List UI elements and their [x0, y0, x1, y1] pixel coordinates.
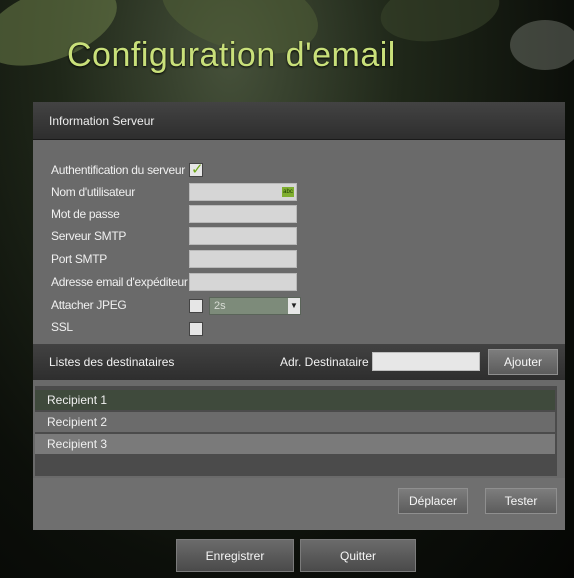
sender-row: Adresse email d'expéditeur [51, 272, 189, 292]
keyboard-abc-icon[interactable]: abc [282, 187, 294, 197]
sender-field[interactable] [189, 273, 297, 291]
list-item[interactable]: Recipient 3 [35, 434, 555, 454]
add-recipient-button[interactable]: Ajouter [488, 349, 558, 375]
test-button[interactable]: Tester [485, 488, 557, 514]
save-button[interactable]: Enregistrer [176, 539, 294, 572]
smtp-port-label: Port SMTP [51, 252, 107, 266]
move-button[interactable]: Déplacer [398, 488, 468, 514]
attach-jpeg-row: Attacher JPEG [51, 295, 189, 315]
recipients-list: Recipient 1 Recipient 2 Recipient 3 [35, 386, 557, 476]
attach-jpeg-label: Attacher JPEG [51, 298, 127, 312]
auth-row: Authentification du serveur [51, 160, 189, 180]
recipients-header: Listes des destinataires Adr. Destinatai… [33, 344, 565, 380]
smtp-server-label: Serveur SMTP [51, 229, 127, 243]
page-title: Configuration d'email [67, 36, 396, 74]
interval-select[interactable]: 2s ▼ [209, 297, 301, 315]
settings-panel: Information Serveur Authentification du … [33, 102, 565, 530]
smtp-server-field[interactable] [189, 227, 297, 245]
interval-value: 2s [214, 300, 226, 312]
ssl-row: SSL [51, 317, 189, 337]
password-label: Mot de passe [51, 207, 120, 221]
server-info-header: Information Serveur [33, 102, 565, 140]
password-field[interactable] [189, 205, 297, 223]
ssl-label: SSL [51, 320, 73, 334]
password-row: Mot de passe [51, 204, 189, 224]
dropdown-arrow-icon[interactable]: ▼ [288, 298, 300, 314]
recipients-actions: Déplacer Tester [33, 478, 565, 530]
ssl-checkbox[interactable] [189, 322, 203, 336]
background-leaf [510, 20, 574, 70]
sender-label: Adresse email d'expéditeur [51, 275, 188, 289]
window-frame: Configuration d'email Information Serveu… [0, 0, 574, 578]
smtp-port-field[interactable] [189, 250, 297, 268]
recipient-address-label: Adr. Destinataire [280, 355, 369, 369]
list-item[interactable]: Recipient 2 [35, 412, 555, 432]
recipients-title: Listes des destinataires [49, 355, 175, 369]
username-field[interactable]: abc [189, 183, 297, 201]
server-info-title: Information Serveur [49, 114, 155, 128]
quit-button[interactable]: Quitter [300, 539, 416, 572]
username-row: Nom d'utilisateur [51, 182, 189, 202]
auth-checkbox[interactable]: ✓ [189, 161, 204, 178]
username-label: Nom d'utilisateur [51, 185, 135, 199]
auth-label: Authentification du serveur [51, 163, 185, 177]
attach-jpeg-checkbox[interactable] [189, 299, 203, 313]
list-item[interactable]: Recipient 1 [35, 390, 555, 410]
checkmark-icon: ✓ [191, 161, 204, 178]
smtp-server-row: Serveur SMTP [51, 226, 189, 246]
smtp-port-row: Port SMTP [51, 249, 189, 269]
recipient-address-input[interactable] [372, 352, 480, 371]
